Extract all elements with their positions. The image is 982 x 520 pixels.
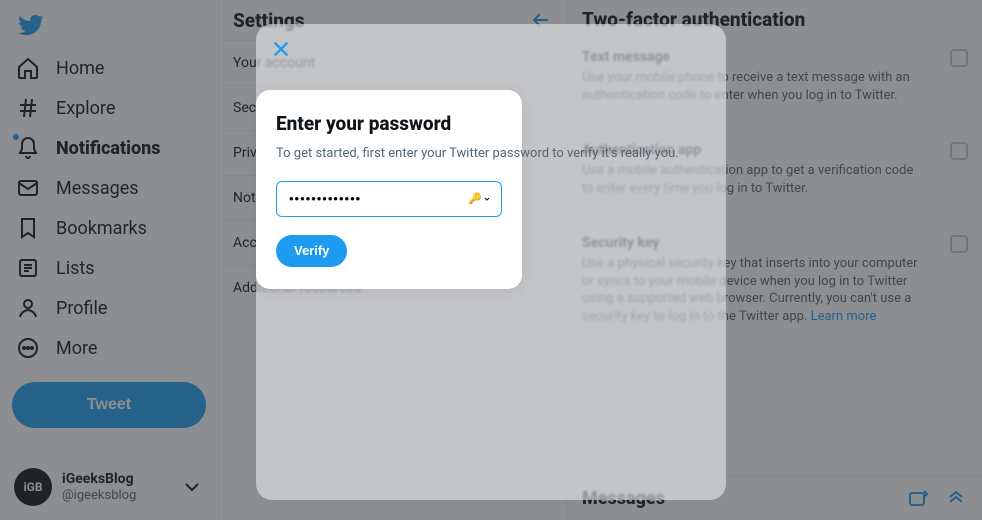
password-card: Enter your password To get started, firs… [256, 90, 522, 289]
modal-body: To get started, first enter your Twitter… [276, 145, 502, 163]
modal-sheet: Enter your password To get started, firs… [256, 24, 726, 500]
password-input[interactable] [287, 190, 491, 207]
close-button[interactable] [270, 38, 292, 60]
chevron-down-icon [483, 195, 491, 203]
password-key-icon[interactable]: 🔑 [468, 192, 491, 205]
password-field-wrap: 🔑 [276, 181, 502, 217]
verify-button[interactable]: Verify [276, 235, 347, 267]
modal-overlay[interactable]: Enter your password To get started, firs… [0, 0, 982, 520]
modal-heading: Enter your password [276, 112, 502, 135]
close-icon [270, 38, 292, 60]
